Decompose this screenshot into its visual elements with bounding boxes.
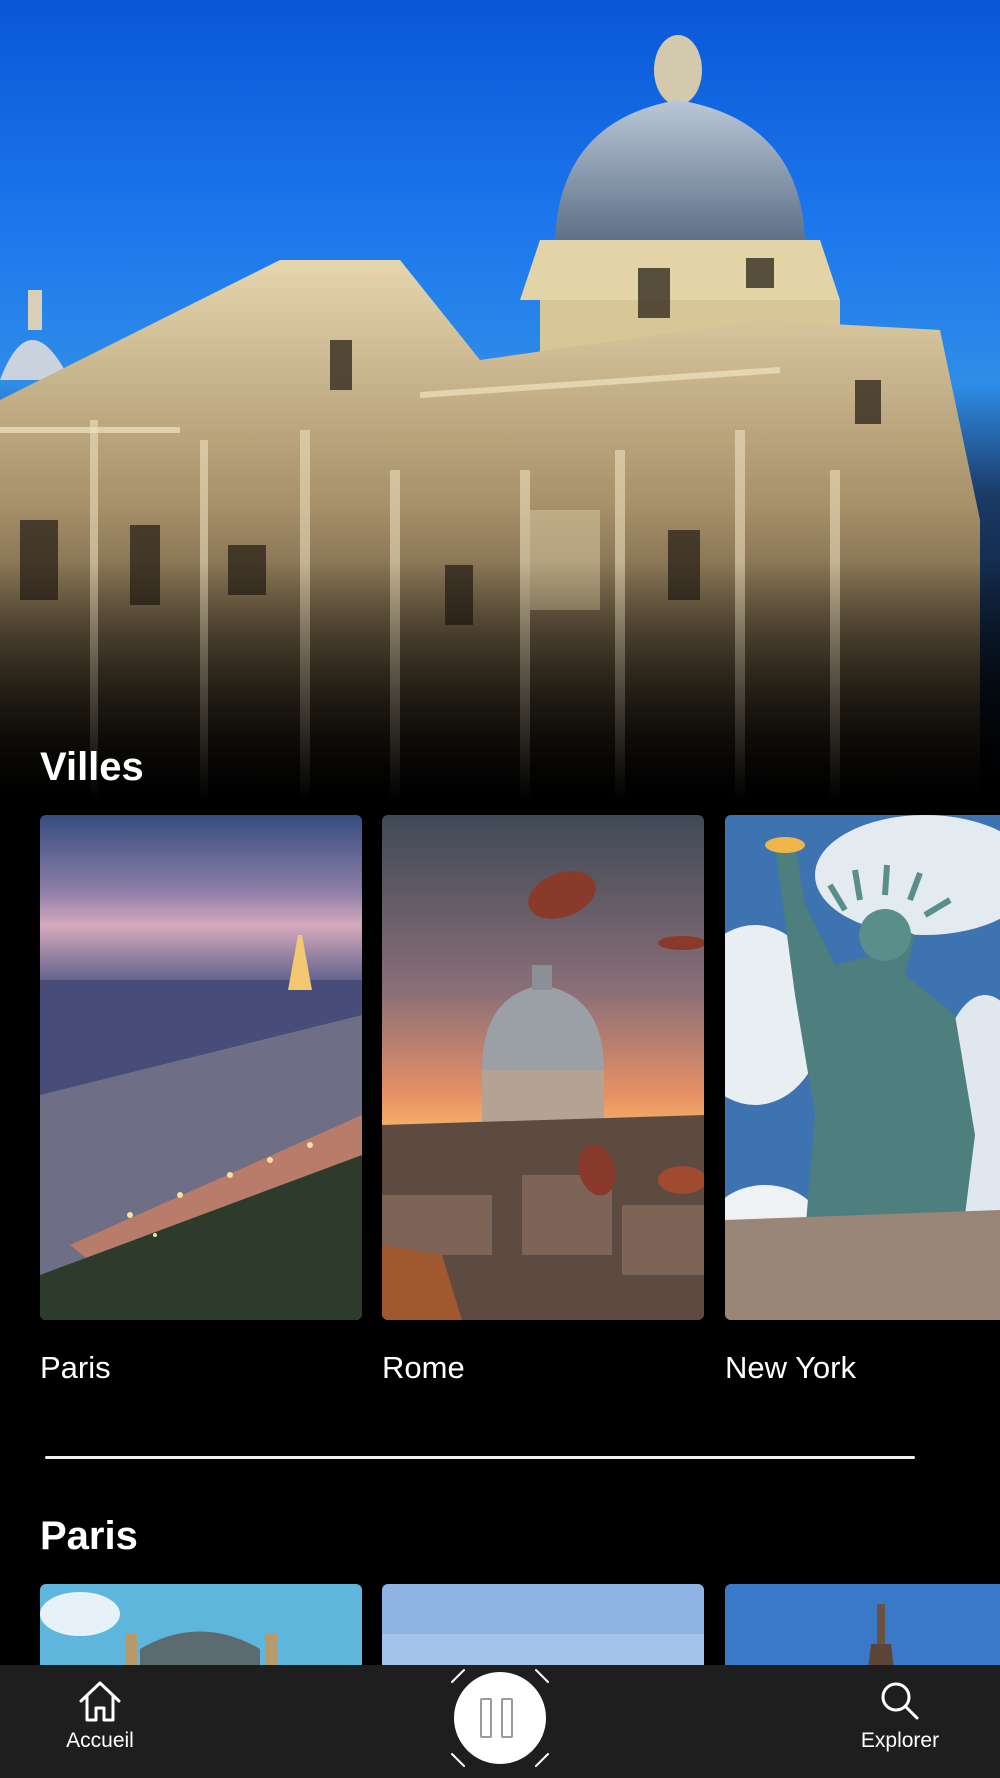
cities-carousel[interactable]: Paris Rome New York	[0, 815, 1000, 1385]
tab-explore[interactable]: Explorer	[830, 1673, 970, 1773]
city-card-rome[interactable]	[382, 815, 704, 1320]
city-label-rome: Rome	[382, 1350, 465, 1385]
hero-banner	[0, 0, 1000, 800]
statue-of-liberty-image	[725, 815, 1000, 1320]
basilica-hero-image	[0, 35, 1000, 800]
city-card-paris[interactable]	[40, 815, 362, 1320]
home-icon	[79, 1681, 121, 1722]
section-divider	[45, 1456, 915, 1459]
paris-skyline-image	[40, 815, 362, 1320]
rome-dome-image	[382, 815, 704, 1320]
section-title-cities: Villes	[40, 745, 144, 789]
city-label-new-york: New York	[725, 1350, 856, 1385]
section-title-paris: Paris	[40, 1514, 138, 1558]
tab-explore-label: Explorer	[860, 1729, 940, 1752]
city-label-paris: Paris	[40, 1350, 111, 1385]
tab-home-label: Accueil	[66, 1729, 134, 1752]
city-card-new-york[interactable]	[725, 815, 1000, 1320]
tab-home[interactable]: Accueil	[30, 1673, 170, 1773]
search-icon	[881, 1682, 919, 1720]
center-button-frame-icon	[451, 1669, 549, 1767]
